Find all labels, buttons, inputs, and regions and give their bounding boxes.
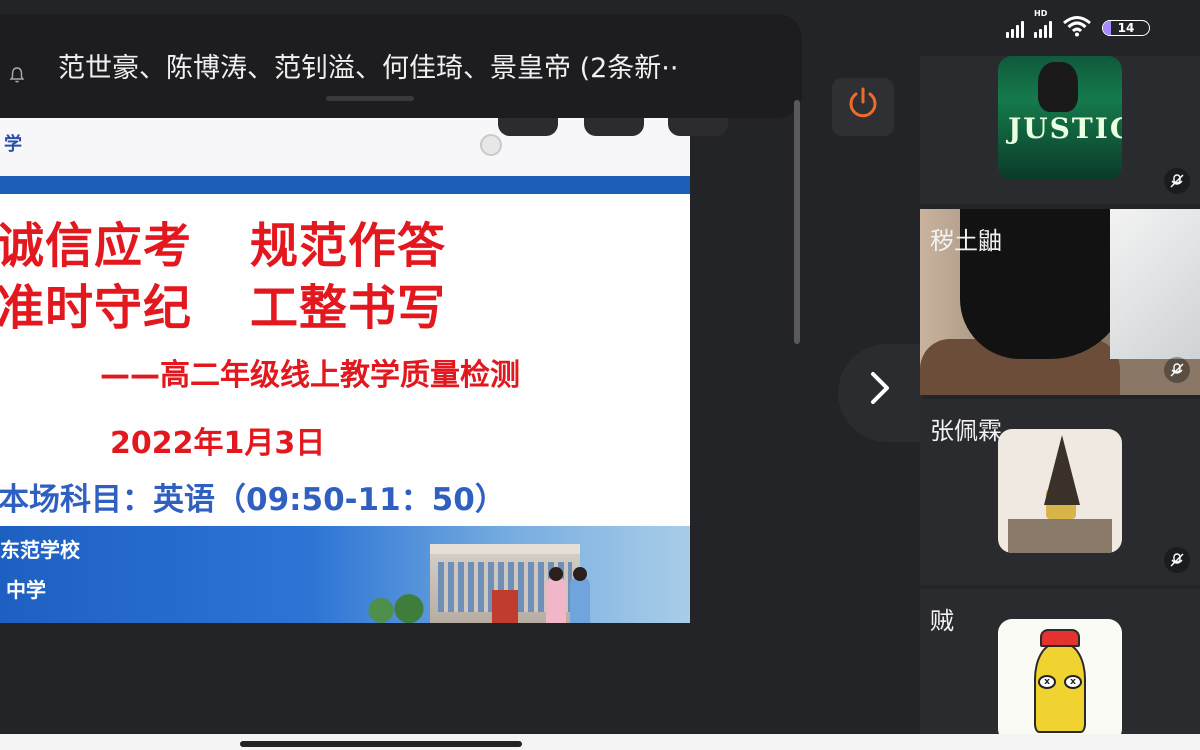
album-cover-avatar: JUSTICE <box>998 56 1122 180</box>
slide-date: 2022年1月3日 <box>110 426 326 461</box>
battery-icon: 14 <box>1102 20 1150 36</box>
slide-footer: 东范学校 中学 <box>0 526 690 623</box>
bell-off-icon <box>8 66 26 84</box>
trees-illustration <box>360 590 430 623</box>
slogan-1-left: 诚信应考 <box>0 218 193 274</box>
slide-stripe <box>0 176 690 194</box>
footer-school-name-2: 中学 <box>6 578 46 602</box>
home-bar <box>0 734 1200 750</box>
shared-slide: 学 诚信应考 规范作答 准时守纪 工整书写 ——高二年级线上教学质量检测 2022年… <box>0 118 690 623</box>
meeting-screen: 学 诚信应考 规范作答 准时守纪 工整书写 ——高二年级线上教学质量检测 2022年… <box>0 0 1200 750</box>
participant-tile[interactable]: JUSTICE <box>920 56 1200 204</box>
status-bar: HD 14 <box>780 0 1200 56</box>
scrollbar[interactable] <box>794 100 800 344</box>
home-indicator[interactable] <box>240 741 522 747</box>
participant-tile[interactable]: 秽土鼬 <box>920 209 1200 395</box>
yellow-bird-avatar: xx <box>998 619 1122 743</box>
mic-muted-icon <box>1164 547 1190 573</box>
notification-banner[interactable]: 范世豪、陈博涛、范钊溢、何佳琦、景皇帝 (2条新·· <box>0 14 802 118</box>
laser-pointer <box>480 134 502 156</box>
participant-name: 贼 <box>930 607 954 635</box>
chevron-right-icon <box>867 368 893 418</box>
slogan-2-left: 准时守纪 <box>0 280 193 336</box>
mic-muted-icon <box>1164 168 1190 194</box>
slide-subject: 本场科目：英语（09:50-11：50） <box>0 482 506 518</box>
students-illustration <box>540 567 600 623</box>
participant-name: 张佩霖 <box>930 417 1002 445</box>
slide-header-text: 学 <box>4 134 22 155</box>
battery-level: 14 <box>1117 21 1135 35</box>
network-label: HD <box>1034 9 1048 18</box>
power-icon <box>845 85 881 130</box>
slogan-line-2: 准时守纪 工整书写 <box>0 268 446 338</box>
slide-subtitle: ——高二年级线上教学质量检测 <box>100 358 520 393</box>
participant-tile[interactable]: 贼 xx <box>920 589 1200 750</box>
end-meeting-button[interactable] <box>832 78 894 136</box>
notification-text: 范世豪、陈博涛、范钊溢、何佳琦、景皇帝 (2条新·· <box>58 53 679 84</box>
slogan-line-1: 诚信应考 规范作答 <box>0 206 446 276</box>
notification-drag-handle[interactable] <box>326 96 414 101</box>
slogan-1-right: 规范作答 <box>250 218 447 274</box>
signal-icon <box>1006 18 1024 38</box>
signal-hd-icon: HD <box>1034 9 1052 38</box>
participant-tile[interactable]: 张佩霖 <box>920 399 1200 585</box>
participant-name: 秽土鼬 <box>930 227 1002 255</box>
footer-school-name: 东范学校 <box>0 538 80 562</box>
wifi-icon <box>1062 15 1092 41</box>
participant-list: JUSTICE 秽土鼬 张佩霖 <box>920 56 1200 750</box>
cartoon-avatar <box>998 429 1122 553</box>
mic-muted-icon <box>1164 357 1190 383</box>
next-page-button[interactable] <box>838 344 922 442</box>
slogan-2-right: 工整书写 <box>250 280 447 336</box>
